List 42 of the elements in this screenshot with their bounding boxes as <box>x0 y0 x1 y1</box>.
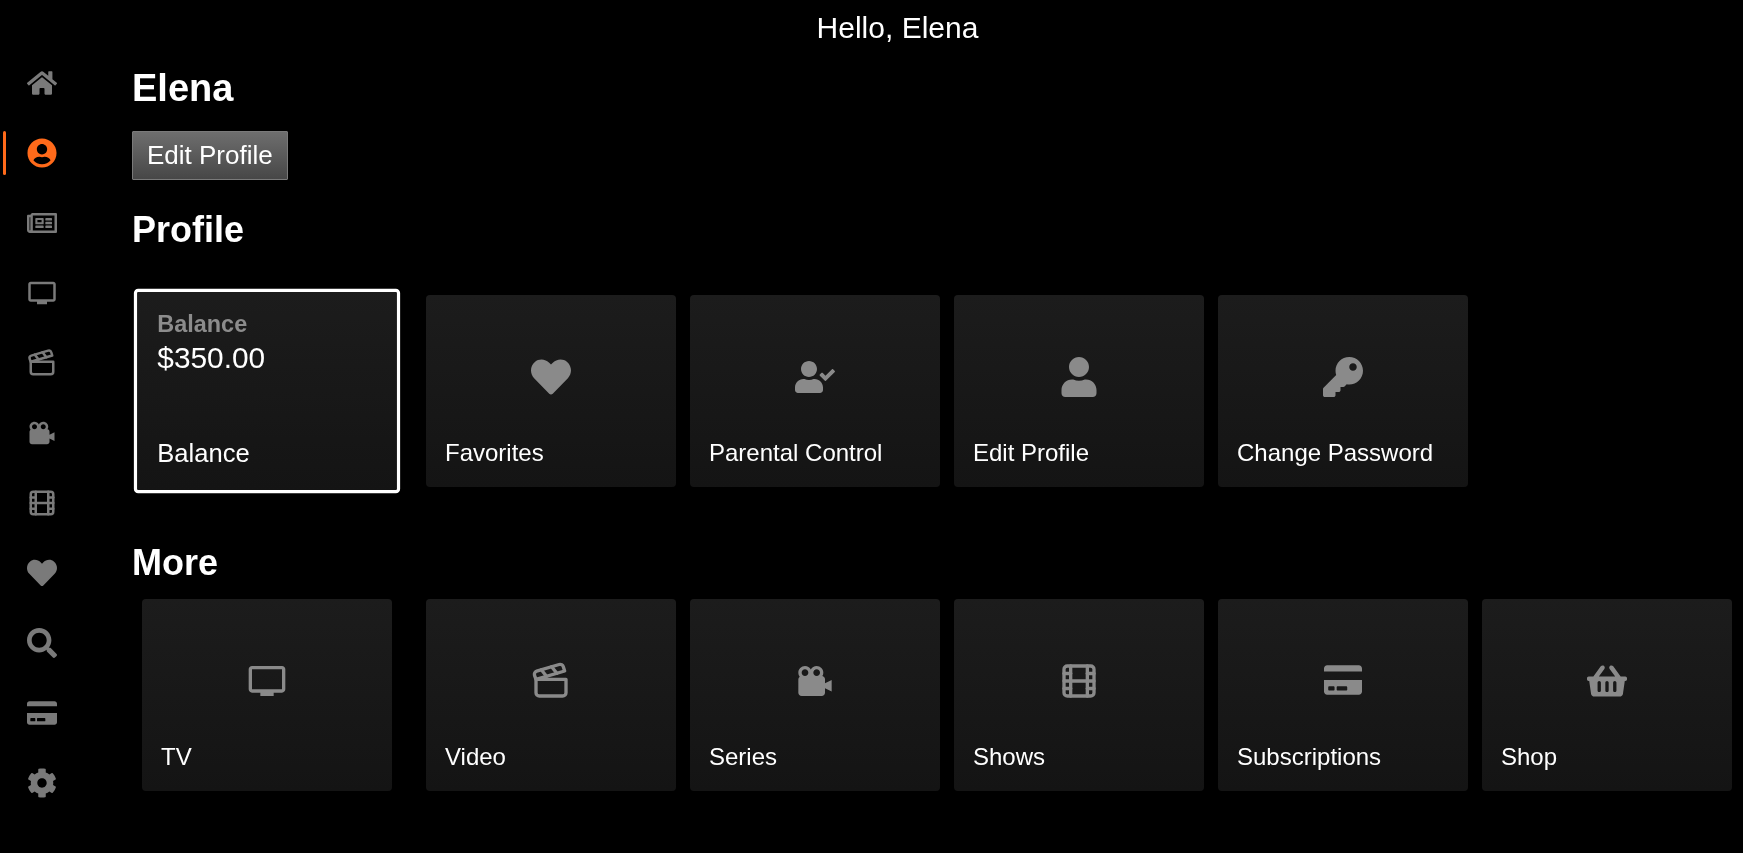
balance-label: Balance <box>157 311 248 339</box>
card-title: Balance <box>157 438 250 469</box>
menu-card[interactable]: Video <box>426 599 676 791</box>
clapperboard-icon <box>531 661 571 701</box>
heart-icon <box>531 357 571 397</box>
card-title: Shows <box>973 743 1046 771</box>
balance-card[interactable]: Balance $350.00 Balance <box>133 288 401 494</box>
card-title: Subscriptions <box>1237 743 1382 771</box>
card-title: Edit Profile <box>973 439 1090 467</box>
card-title: Change Password <box>1237 439 1434 467</box>
user-icon[interactable] <box>27 138 57 168</box>
card-title: Parental Control <box>709 439 883 467</box>
card-title: Shop <box>1501 743 1558 771</box>
menu-card[interactable]: Parental Control <box>690 295 940 487</box>
key-icon <box>1323 357 1363 397</box>
menu-card[interactable]: Change Password <box>1218 295 1468 487</box>
card-title: Series <box>709 743 778 771</box>
home-icon[interactable] <box>27 68 57 98</box>
heart-icon[interactable] <box>27 558 57 588</box>
settings-icon[interactable] <box>27 768 57 798</box>
film-strip-icon <box>1059 661 1099 701</box>
section-title: More <box>132 541 218 585</box>
greeting: Hello, Elena <box>816 10 979 46</box>
menu-card[interactable]: Series <box>690 599 940 791</box>
section-title: Profile <box>132 208 245 252</box>
film-strip-icon[interactable] <box>27 488 57 518</box>
menu-card[interactable]: Subscriptions <box>1218 599 1468 791</box>
menu-card[interactable]: Shows <box>954 599 1204 791</box>
menu-card[interactable]: Favorites <box>426 295 676 487</box>
user-icon <box>1059 357 1099 397</box>
card-title: Video <box>445 743 506 771</box>
menu-card[interactable]: TV <box>142 599 392 791</box>
menu-card[interactable]: Shop <box>1482 599 1732 791</box>
credit-card-icon[interactable] <box>27 698 57 728</box>
card-title: TV <box>161 743 192 771</box>
balance-amount: $350.00 <box>157 340 266 375</box>
search-icon[interactable] <box>27 628 57 658</box>
edit-profile-button[interactable]: Edit Profile <box>132 131 288 180</box>
user-name: Elena <box>132 66 234 110</box>
card-title: Favorites <box>445 439 544 467</box>
menu-card[interactable]: Edit Profile <box>954 295 1204 487</box>
clapperboard-icon[interactable] <box>27 348 57 378</box>
